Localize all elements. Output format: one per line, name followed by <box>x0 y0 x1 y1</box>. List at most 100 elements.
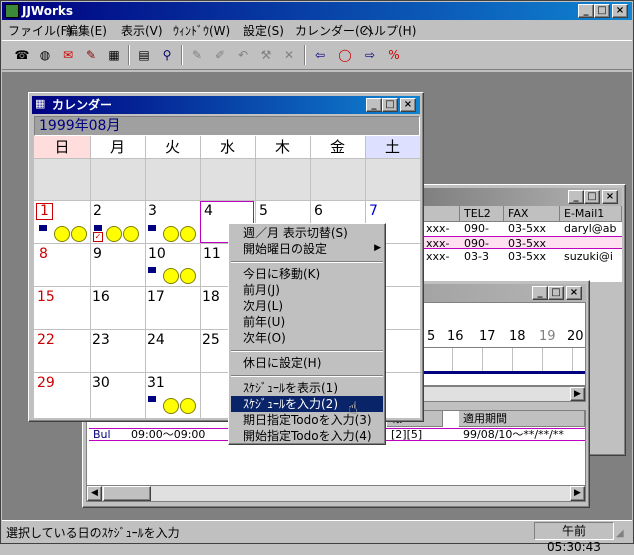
day-9[interactable]: 9 <box>93 246 102 262</box>
menu-item-next-year[interactable]: 次年(O) <box>243 330 286 346</box>
minimize-icon[interactable]: _ <box>532 286 548 300</box>
menu-view[interactable]: 表示(V) <box>121 22 163 39</box>
close-icon[interactable]: × <box>602 190 618 204</box>
close-icon[interactable]: × <box>612 4 628 18</box>
menu-help[interactable]: ヘルプ(H) <box>362 22 416 39</box>
day-23[interactable]: 23 <box>92 332 110 348</box>
forward-icon[interactable]: ⇨ <box>360 45 380 65</box>
weekday-sun: 日 <box>34 136 90 158</box>
stop-icon[interactable]: ◯ <box>335 45 355 65</box>
phone-icon[interactable]: ☎ <box>12 45 32 65</box>
horizontal-scrollbar[interactable]: ◀ ▶ <box>87 485 585 501</box>
week-day[interactable]: 17 <box>479 329 496 344</box>
day-3[interactable]: 3 <box>148 203 157 219</box>
day-10[interactable]: 10 <box>148 246 166 262</box>
column-header[interactable] <box>424 206 460 222</box>
minimize-icon[interactable]: _ <box>366 98 382 112</box>
delete-icon[interactable]: ✕ <box>279 45 299 65</box>
close-icon[interactable]: × <box>566 286 582 300</box>
day-25[interactable]: 25 <box>202 332 220 348</box>
day-22[interactable]: 22 <box>37 332 55 348</box>
day-2[interactable]: 2 <box>93 203 102 219</box>
todo-check-icon: ✓ <box>93 232 103 242</box>
menu-window[interactable]: ｳｨﾝﾄﾞｳ(W) <box>173 22 230 39</box>
scroll-thumb[interactable] <box>103 486 151 501</box>
day-18[interactable]: 18 <box>202 289 220 305</box>
back-icon[interactable]: ⇦ <box>310 45 330 65</box>
menu-edit[interactable]: 編集(E) <box>66 22 107 39</box>
column-header-email[interactable]: E-Mail1 <box>560 206 622 222</box>
day-29[interactable]: 29 <box>37 375 55 391</box>
week-day[interactable]: 16 <box>447 329 464 344</box>
reply-icon[interactable]: ↶ <box>233 45 253 65</box>
close-icon[interactable]: × <box>400 98 416 112</box>
menu-item-today[interactable]: 今日に移動(K) <box>243 266 320 282</box>
day-24[interactable]: 24 <box>147 332 165 348</box>
menu-item-todo-start[interactable]: 開始指定Todoを入力(4) <box>243 428 372 444</box>
column-header-fax[interactable]: FAX <box>504 206 560 222</box>
menu-item-set-holiday[interactable]: 休日に設定(H) <box>243 355 321 371</box>
scroll-left-icon[interactable]: ◀ <box>87 486 102 501</box>
app-title: JJWorks <box>22 4 74 18</box>
day-11[interactable]: 11 <box>203 246 221 262</box>
schedule-marker-icon <box>147 224 157 232</box>
menu-item-toggle-view[interactable]: 週／月 表示切替(S) <box>243 225 348 241</box>
schedule-marks: [2][5] <box>391 428 423 441</box>
search-icon[interactable]: ⚲ <box>157 45 177 65</box>
submenu-arrow-icon: ▶ <box>374 243 381 253</box>
day-17[interactable]: 17 <box>147 289 165 305</box>
day-16[interactable]: 16 <box>92 289 110 305</box>
day-5[interactable]: 5 <box>259 203 268 219</box>
menu-file[interactable]: ファイル(F) <box>8 22 72 39</box>
maximize-icon[interactable]: □ <box>548 286 564 300</box>
day-15[interactable]: 15 <box>37 289 55 305</box>
week-day[interactable]: 18 <box>509 329 526 344</box>
maximize-icon[interactable]: □ <box>584 190 600 204</box>
column-header-period[interactable]: 適用期間 <box>459 411 585 427</box>
calendar-titlebar[interactable]: ▦ カレンダー _ □ × <box>32 96 420 114</box>
day-30[interactable]: 30 <box>92 375 110 391</box>
table-row[interactable]: xxx- 090- 03-5xx daryl@ab <box>424 222 622 235</box>
edit-icon[interactable]: ✎ <box>187 45 207 65</box>
day-7[interactable]: 7 <box>369 203 378 219</box>
week-day[interactable]: 20 <box>567 329 584 344</box>
column-header-tel2[interactable]: TEL2 <box>460 206 504 222</box>
tools-icon[interactable]: ⚒ <box>256 45 276 65</box>
menu-item-next-month[interactable]: 次月(L) <box>243 298 283 314</box>
globe-icon[interactable]: ◍ <box>35 45 55 65</box>
day-4[interactable]: 4 <box>204 203 213 219</box>
menu-item-enter-schedule[interactable]: ｽｹｼﾞｭｰﾙを入力(2) <box>243 396 338 412</box>
schedule-time: 09:00〜09:00 <box>131 428 206 441</box>
table-row[interactable]: xxx- 03-3 03-5xx suzuki@i <box>424 250 622 263</box>
day-31[interactable]: 31 <box>147 375 165 391</box>
event-dots <box>106 226 140 242</box>
resize-grip-icon[interactable]: ◢ <box>616 528 624 539</box>
menu-item-prev-year[interactable]: 前年(U) <box>243 314 285 330</box>
contacts-titlebar[interactable]: _ □ × <box>424 188 622 206</box>
week-day[interactable]: 19 <box>539 329 556 344</box>
maximize-icon[interactable]: □ <box>594 4 610 18</box>
calendar-icon[interactable]: ▦ <box>104 45 124 65</box>
scroll-right-icon[interactable]: ▶ <box>570 387 585 401</box>
main-titlebar[interactable]: JJWorks _ □ × <box>2 2 632 20</box>
menu-item-show-schedule[interactable]: ｽｹｼﾞｭｰﾙを表示(1) <box>243 380 338 396</box>
maximize-icon[interactable]: □ <box>382 98 398 112</box>
day-6[interactable]: 6 <box>314 203 323 219</box>
weekday-thu: 木 <box>255 136 310 158</box>
scroll-right-icon[interactable]: ▶ <box>570 486 585 501</box>
minimize-icon[interactable]: _ <box>578 4 594 18</box>
minimize-icon[interactable]: _ <box>568 190 584 204</box>
weekday-tue: 火 <box>145 136 200 158</box>
clipboard-icon[interactable]: ▤ <box>134 45 154 65</box>
menu-item-week-start[interactable]: 開始曜日の設定 <box>243 241 327 257</box>
mail-check-icon[interactable]: ✉ <box>58 45 78 65</box>
menu-item-prev-month[interactable]: 前月(J) <box>243 282 280 298</box>
table-row[interactable]: xxx- 090- 03-5xx <box>424 236 622 249</box>
menu-settings[interactable]: 設定(S) <box>243 22 284 39</box>
cut-icon[interactable]: % <box>384 45 404 65</box>
edit2-icon[interactable]: ✐ <box>210 45 230 65</box>
week-day[interactable]: 5 <box>427 329 435 344</box>
pencil-icon[interactable]: ✎ <box>81 45 101 65</box>
day-8[interactable]: 8 <box>39 246 48 262</box>
day-1[interactable]: 1 <box>36 203 53 220</box>
